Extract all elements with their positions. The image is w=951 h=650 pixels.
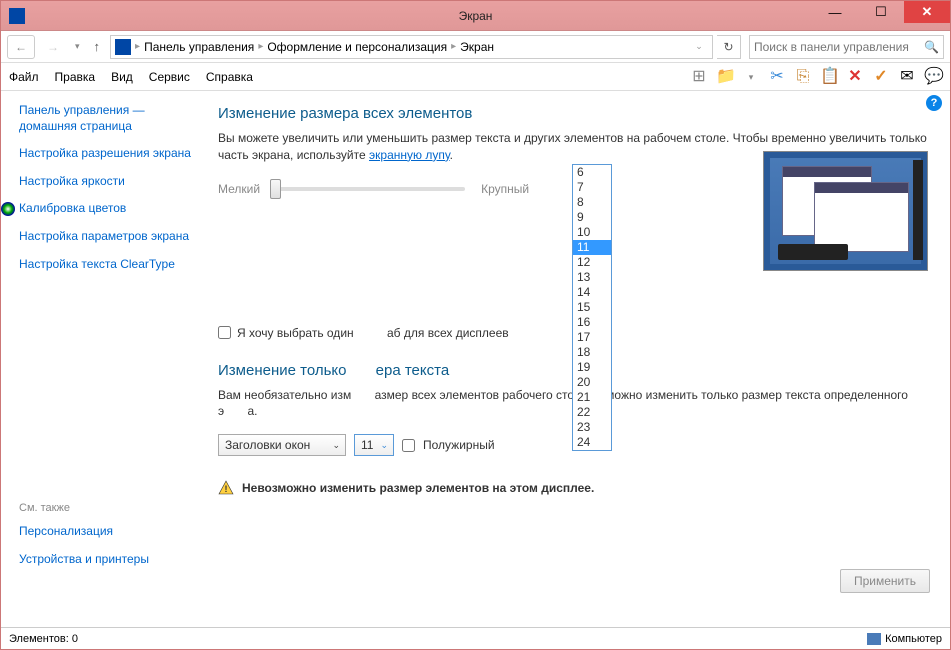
size-option[interactable]: 23 bbox=[573, 420, 611, 435]
up-button[interactable]: ↑ bbox=[88, 39, 107, 54]
close-button[interactable]: ✕ bbox=[904, 1, 950, 23]
size-option[interactable]: 20 bbox=[573, 375, 611, 390]
svg-text:!: ! bbox=[225, 484, 228, 494]
heading-resize-all: Изменение размера всех элементов bbox=[218, 105, 930, 122]
sidebar-display-params[interactable]: Настройка параметров экрана bbox=[19, 229, 196, 245]
sidebar-cleartype[interactable]: Настройка текста ClearType bbox=[19, 257, 196, 273]
chevron-right-icon: ▸ bbox=[135, 41, 140, 52]
sidebar-personalization[interactable]: Персонализация bbox=[19, 524, 196, 540]
computer-icon bbox=[867, 633, 881, 645]
menu-help[interactable]: Справка bbox=[206, 70, 253, 84]
minimize-button[interactable]: — bbox=[812, 1, 858, 23]
breadcrumb-item[interactable]: Экран bbox=[460, 40, 494, 54]
size-option[interactable]: 14 bbox=[573, 285, 611, 300]
statusbar: Элементов: 0 Компьютер bbox=[1, 627, 950, 649]
size-slider[interactable] bbox=[270, 187, 465, 191]
apply-button[interactable]: Применить bbox=[840, 569, 930, 593]
menu-file[interactable]: Файл bbox=[9, 70, 39, 84]
navbar: ← → ▾ ↑ ▸ Панель управления ▸ Оформление… bbox=[1, 31, 950, 63]
delete-icon[interactable]: ✕ bbox=[846, 68, 864, 86]
menubar: Файл Правка Вид Сервис Справка ⊞ 📁 ▾ ✂ ⎘… bbox=[1, 63, 950, 91]
search-input[interactable] bbox=[754, 40, 924, 54]
size-option[interactable]: 13 bbox=[573, 270, 611, 285]
chevron-right-icon: ▸ bbox=[258, 41, 263, 52]
sidebar-resolution[interactable]: Настройка разрешения экрана bbox=[19, 146, 196, 162]
menu-tools[interactable]: Сервис bbox=[149, 70, 190, 84]
size-option[interactable]: 15 bbox=[573, 300, 611, 315]
folder-icon bbox=[115, 39, 131, 55]
search-icon: 🔍 bbox=[924, 40, 939, 54]
size-option[interactable]: 22 bbox=[573, 405, 611, 420]
sidebar-home[interactable]: Панель управления — домашняя страница bbox=[19, 103, 196, 134]
titlebar: Экран — ☐ ✕ bbox=[1, 1, 950, 31]
breadcrumb-item[interactable]: Оформление и персонализация bbox=[267, 40, 447, 54]
breadcrumb-item[interactable]: Панель управления bbox=[144, 40, 254, 54]
bold-label: Полужирный bbox=[423, 438, 495, 452]
chevron-right-icon: ▸ bbox=[451, 41, 456, 52]
size-option[interactable]: 7 bbox=[573, 180, 611, 195]
sidebar: Панель управления — домашняя страница На… bbox=[1, 91, 206, 627]
size-option[interactable]: 8 bbox=[573, 195, 611, 210]
maximize-button[interactable]: ☐ bbox=[858, 1, 904, 23]
see-also-label: См. также bbox=[19, 502, 196, 514]
app-icon bbox=[9, 8, 25, 24]
size-option[interactable]: 19 bbox=[573, 360, 611, 375]
main-content: Изменение размера всех элементов Вы може… bbox=[206, 91, 950, 627]
size-option[interactable]: 11 bbox=[573, 240, 611, 255]
paste-icon[interactable]: 📋 bbox=[820, 68, 838, 86]
address-bar[interactable]: ▸ Панель управления ▸ Оформление и персо… bbox=[110, 35, 713, 59]
window-title: Экран bbox=[459, 9, 493, 23]
copy-icon[interactable]: ⎘ bbox=[794, 68, 812, 86]
history-dropdown[interactable]: ▾ bbox=[71, 41, 84, 52]
dropdown-icon[interactable]: ▾ bbox=[742, 68, 760, 86]
menu-edit[interactable]: Правка bbox=[55, 70, 96, 84]
display-preview bbox=[763, 151, 928, 271]
select-value: Заголовки окон bbox=[225, 438, 310, 452]
size-select[interactable]: 11 ⌄ bbox=[354, 434, 394, 456]
sidebar-calibration[interactable]: Калибровка цветов bbox=[19, 201, 196, 217]
size-option[interactable]: 16 bbox=[573, 315, 611, 330]
layout-icon[interactable]: ⊞ bbox=[690, 68, 708, 86]
cut-icon[interactable]: ✂ bbox=[768, 68, 786, 86]
size-option[interactable]: 12 bbox=[573, 255, 611, 270]
bold-checkbox[interactable] bbox=[402, 439, 415, 452]
calibration-icon bbox=[1, 202, 15, 216]
magnifier-link[interactable]: экранную лупу bbox=[369, 148, 450, 162]
check-icon[interactable]: ✓ bbox=[872, 68, 890, 86]
size-option[interactable]: 6 bbox=[573, 165, 611, 180]
warning-icon: ! bbox=[218, 480, 234, 496]
size-option[interactable]: 17 bbox=[573, 330, 611, 345]
checkbox-label: Я хочу выбрать один аб для всех дисплеев bbox=[237, 326, 509, 340]
size-dropdown-list[interactable]: 6789101112131415161718192021222324 bbox=[572, 164, 612, 451]
sidebar-item-label: Калибровка цветов bbox=[19, 201, 126, 215]
size-option[interactable]: 21 bbox=[573, 390, 611, 405]
forward-button[interactable]: → bbox=[39, 35, 67, 59]
search-box[interactable]: 🔍 bbox=[749, 35, 944, 59]
size-option[interactable]: 10 bbox=[573, 225, 611, 240]
select-value: 11 bbox=[361, 438, 373, 452]
address-dropdown[interactable]: ⌄ bbox=[690, 41, 708, 52]
element-select[interactable]: Заголовки окон ⌄ bbox=[218, 434, 346, 456]
slider-min-label: Мелкий bbox=[218, 182, 260, 196]
warning-text: Невозможно изменить размер элементов на … bbox=[242, 481, 594, 495]
chevron-down-icon: ⌄ bbox=[332, 440, 340, 451]
chevron-down-icon: ⌄ bbox=[380, 440, 388, 451]
slider-max-label: Крупный bbox=[481, 182, 529, 196]
same-scale-checkbox[interactable] bbox=[218, 326, 231, 339]
status-elements: Элементов: 0 bbox=[9, 633, 78, 645]
sidebar-devices[interactable]: Устройства и принтеры bbox=[19, 552, 196, 568]
chat-icon[interactable]: 💬 bbox=[924, 68, 942, 86]
status-computer: Компьютер bbox=[885, 633, 942, 645]
sidebar-brightness[interactable]: Настройка яркости bbox=[19, 174, 196, 190]
size-option[interactable]: 9 bbox=[573, 210, 611, 225]
refresh-button[interactable]: ↻ bbox=[717, 35, 741, 59]
menu-view[interactable]: Вид bbox=[111, 70, 133, 84]
back-button[interactable]: ← bbox=[7, 35, 35, 59]
folder-tool-icon[interactable]: 📁 bbox=[716, 68, 734, 86]
size-option[interactable]: 18 bbox=[573, 345, 611, 360]
slider-thumb[interactable] bbox=[270, 179, 281, 199]
mail-icon[interactable]: ✉ bbox=[898, 68, 916, 86]
size-option[interactable]: 24 bbox=[573, 435, 611, 450]
